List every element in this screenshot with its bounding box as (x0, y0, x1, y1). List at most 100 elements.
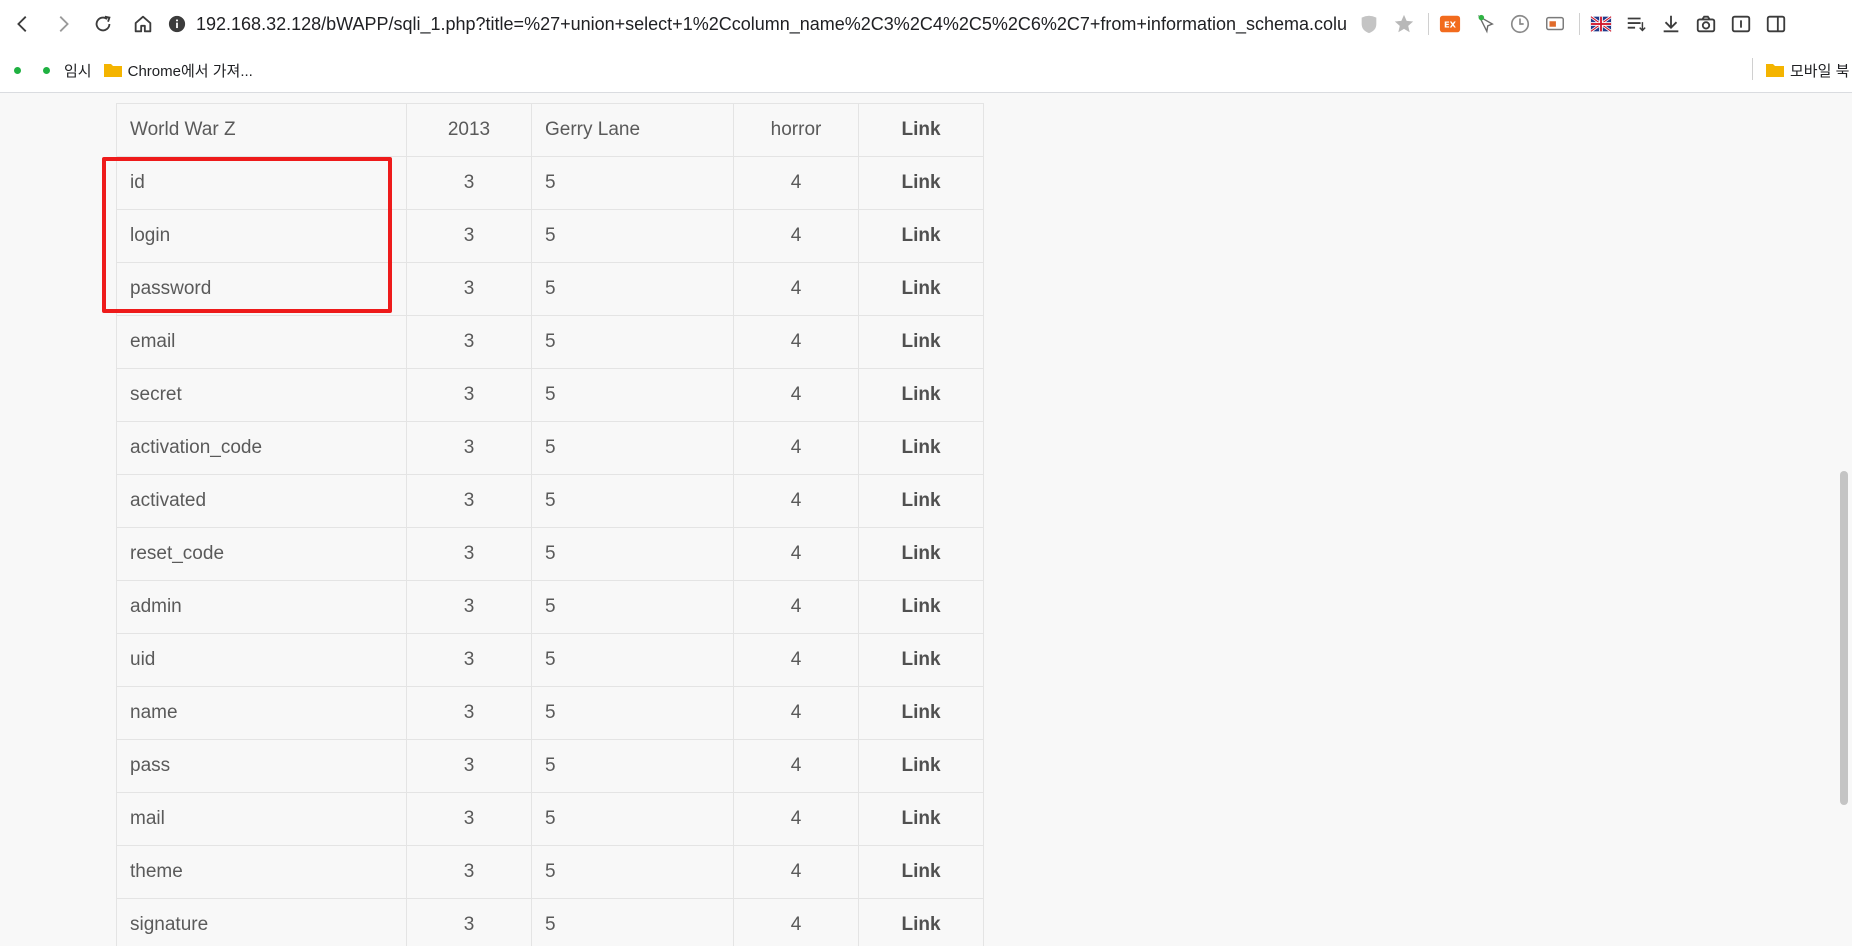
cell-genre: 4 (733, 421, 859, 475)
table-row: World War Z 2013 Gerry Lane horror Link (116, 103, 984, 157)
imdb-link[interactable]: Link (858, 156, 984, 210)
table-row: pass 3 5 4 Link (116, 739, 984, 793)
download-icon[interactable] (1658, 11, 1684, 37)
extension-toolbar: EX (1356, 8, 1798, 40)
table-row: secret 3 5 4 Link (116, 368, 984, 422)
movies-table: World War Z 2013 Gerry Lane horror Link id 3 5 4… (116, 103, 984, 946)
cell-release: 3 (406, 580, 532, 634)
imdb-link[interactable]: Link (858, 421, 984, 475)
bookmark-folder-mobile[interactable]: 모바일 북 (1766, 48, 1849, 92)
cell-title: signature (116, 898, 407, 946)
bookmarks-divider (1752, 58, 1753, 80)
bookmark-label: Chrome에서 가져... (127, 62, 253, 80)
cell-title: pass (116, 739, 407, 793)
back-arrow-icon[interactable] (8, 9, 38, 39)
cell-character: 5 (531, 262, 734, 316)
cell-release: 3 (406, 527, 532, 581)
cell-character: 5 (531, 580, 734, 634)
imdb-link[interactable]: Link (858, 474, 984, 528)
imdb-link[interactable]: Link (858, 262, 984, 316)
camera-icon[interactable] (1693, 11, 1719, 37)
imdb-link[interactable]: Link (858, 898, 984, 946)
side-panel-icon[interactable] (1763, 11, 1789, 37)
cell-release: 3 (406, 739, 532, 793)
imdb-link[interactable]: Link (858, 739, 984, 793)
address-bar[interactable]: 192.168.32.128/bWAPP/sqli_1.php?title=%2… (168, 8, 1348, 40)
reload-icon[interactable] (88, 9, 118, 39)
cell-genre: 4 (733, 156, 859, 210)
cell-character: 5 (531, 156, 734, 210)
clock-extension-icon[interactable] (1507, 11, 1533, 37)
cell-title: activation_code (116, 421, 407, 475)
imdb-link[interactable]: Link (858, 633, 984, 687)
table-row: reset_code 3 5 4 Link (116, 527, 984, 581)
cell-genre: 4 (733, 368, 859, 422)
cast-extension-icon[interactable] (1542, 11, 1568, 37)
forward-arrow-icon[interactable] (48, 9, 78, 39)
imdb-link[interactable]: Link (858, 792, 984, 846)
imdb-link[interactable]: Link (858, 209, 984, 263)
folder-icon (103, 64, 122, 77)
cell-release: 3 (406, 633, 532, 687)
bookmark-item[interactable] (14, 66, 21, 74)
imdb-link[interactable]: Link (858, 845, 984, 899)
shield-icon[interactable] (1356, 11, 1382, 37)
svg-text:EX: EX (1444, 20, 1457, 30)
reader-icon[interactable] (1728, 11, 1754, 37)
cell-release: 3 (406, 209, 532, 263)
imdb-link[interactable]: Link (858, 368, 984, 422)
imdb-link[interactable]: Link (858, 686, 984, 740)
green-dot-icon (14, 66, 21, 74)
imdb-link[interactable]: Link (858, 103, 984, 157)
table-row: signature 3 5 4 Link (116, 898, 984, 946)
cell-release: 3 (406, 156, 532, 210)
ex-extension-icon[interactable]: EX (1437, 11, 1463, 37)
cell-title: theme (116, 845, 407, 899)
table-row: uid 3 5 4 Link (116, 633, 984, 687)
bookmark-star-icon[interactable] (1391, 11, 1417, 37)
table-row: mail 3 5 4 Link (116, 792, 984, 846)
table-row: id 3 5 4 Link (116, 156, 984, 210)
uk-flag-icon[interactable] (1588, 11, 1614, 37)
bookmark-label: 모바일 북 (1790, 62, 1850, 80)
cell-title: reset_code (116, 527, 407, 581)
cell-character: 5 (531, 421, 734, 475)
table-row: login 3 5 4 Link (116, 209, 984, 263)
home-icon[interactable] (128, 9, 158, 39)
cell-release: 3 (406, 686, 532, 740)
cell-release: 3 (406, 474, 532, 528)
cell-release: 3 (406, 898, 532, 946)
bookmark-folder-chrome[interactable]: Chrome에서 가져... (103, 60, 253, 81)
cell-title: mail (116, 792, 407, 846)
url-text[interactable]: 192.168.32.128/bWAPP/sqli_1.php?title=%2… (196, 14, 1348, 35)
reading-list-icon[interactable] (1623, 11, 1649, 37)
cell-character: 5 (531, 315, 734, 369)
page-content: World War Z 2013 Gerry Lane horror Link id 3 5 4… (0, 93, 1852, 946)
imdb-link[interactable]: Link (858, 527, 984, 581)
bookmark-label: 임시 (64, 62, 92, 80)
cell-genre: 4 (733, 209, 859, 263)
imdb-link[interactable]: Link (858, 315, 984, 369)
cell-release: 3 (406, 792, 532, 846)
toolbar-divider (1579, 13, 1580, 35)
table-row: password 3 5 4 Link (116, 262, 984, 316)
cell-genre: 4 (733, 474, 859, 528)
cell-genre: 4 (733, 739, 859, 793)
cell-character: 5 (531, 633, 734, 687)
info-icon[interactable] (168, 15, 186, 33)
bookmark-temp[interactable]: 임시 (43, 60, 92, 81)
imdb-link[interactable]: Link (858, 580, 984, 634)
cell-character: 5 (531, 898, 734, 946)
cell-release: 2013 (406, 103, 532, 157)
bookmarks-bar: 임시 Chrome에서 가져... (0, 48, 1852, 93)
cell-genre: 4 (733, 686, 859, 740)
cell-title: id (116, 156, 407, 210)
table-row: email 3 5 4 Link (116, 315, 984, 369)
cell-character: 5 (531, 686, 734, 740)
mouse-extension-icon[interactable] (1472, 11, 1498, 37)
cell-genre: 4 (733, 898, 859, 946)
scrollbar-thumb[interactable] (1840, 471, 1848, 805)
cell-character: 5 (531, 368, 734, 422)
cell-character: 5 (531, 845, 734, 899)
cell-title: name (116, 686, 407, 740)
